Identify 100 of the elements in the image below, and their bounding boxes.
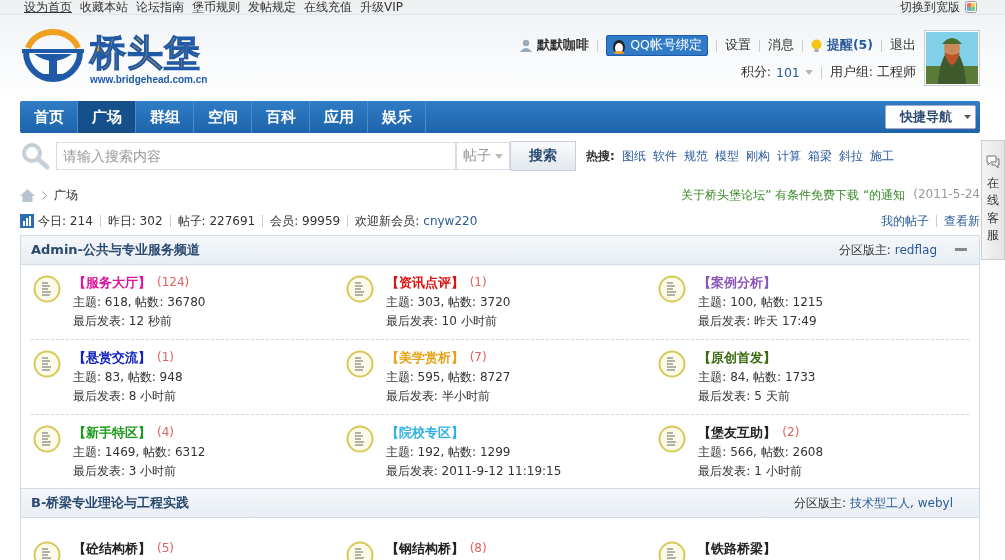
user-icon xyxy=(520,39,533,52)
section-title[interactable]: B-桥梁专业理论与工程实践 xyxy=(31,494,190,512)
post-link[interactable]: 我的帖子 xyxy=(881,212,929,230)
wide-switch-link[interactable]: 切换到宽版 xyxy=(900,0,960,16)
post-link[interactable]: 查看新 xyxy=(944,212,980,230)
forum-title[interactable]: 【资讯点评】 xyxy=(385,274,464,292)
hot-keyword[interactable]: 软件 xyxy=(652,147,677,165)
welcome-label: 欢迎新会员: xyxy=(355,212,420,230)
forum-icon[interactable] xyxy=(33,349,61,378)
section-title[interactable]: Admin-公共与专业服务频道 xyxy=(31,241,201,259)
forum-icon[interactable] xyxy=(658,349,687,378)
logo-url: www.bridgehead.com.cn xyxy=(90,73,208,85)
palette-icon[interactable] xyxy=(965,1,977,13)
forum-title[interactable]: 【原创首发】 xyxy=(698,349,777,367)
forum-title[interactable]: 【堡友互助】 xyxy=(698,424,777,442)
nav-tab[interactable]: 娱乐 xyxy=(368,101,426,133)
hot-keyword[interactable]: 规范 xyxy=(683,147,708,165)
last-post-time: 最后发表: 10 小时前 xyxy=(385,312,498,330)
new-post-count: (1) xyxy=(157,349,174,366)
hot-keyword[interactable]: 箱梁 xyxy=(807,147,832,165)
hot-keyword[interactable]: 施工 xyxy=(869,147,894,165)
breadcrumb-item[interactable]: 广场 xyxy=(54,186,78,204)
bulb-icon xyxy=(810,38,822,53)
forum-title[interactable]: 【新手特区】 xyxy=(73,424,151,442)
moderator-link[interactable]: redflag xyxy=(894,243,937,257)
logout-link[interactable]: 退出 xyxy=(890,37,916,54)
caret-icon xyxy=(495,153,503,159)
forum-stats: 主题: 566, 帖数: 2608 xyxy=(698,443,824,461)
last-post-time: 最后发表: 2011-9-12 11:19:15 xyxy=(385,462,562,480)
nav-tab[interactable]: 广场 xyxy=(78,101,136,133)
forum-icon[interactable] xyxy=(345,541,374,560)
last-post-time: 最后发表: 12 秒前 xyxy=(73,312,173,330)
points-value[interactable]: 101 xyxy=(775,65,800,80)
points-label: 积分: xyxy=(740,64,771,81)
forum-icon[interactable] xyxy=(33,274,61,303)
logo-name: 桥头堡 xyxy=(90,31,202,74)
top-link[interactable]: 收藏本站 xyxy=(80,0,128,16)
caret-icon xyxy=(964,115,971,119)
hot-keyword[interactable]: 斜拉 xyxy=(838,147,863,165)
search-field[interactable]: 请输入搜索内容 xyxy=(56,142,456,170)
new-post-count: (124) xyxy=(157,274,190,291)
top-link[interactable]: 发帖规定 xyxy=(248,0,296,16)
nav-tab[interactable]: 群组 xyxy=(136,101,194,133)
forum-icon[interactable] xyxy=(658,274,687,303)
last-post-time: 最后发表: 半小时前 xyxy=(385,387,491,405)
user-link[interactable]: 消息 xyxy=(767,37,794,54)
top-link[interactable]: 在线充值 xyxy=(304,0,352,16)
hot-keyword[interactable]: 计算 xyxy=(776,147,801,165)
top-link[interactable]: 升级VIP xyxy=(360,0,403,16)
quick-nav-button[interactable]: 快捷导航 xyxy=(885,105,976,129)
top-link[interactable]: 堡币规则 xyxy=(192,0,240,16)
user-link[interactable]: 设置 xyxy=(724,37,751,54)
penguin-icon xyxy=(612,37,627,54)
forum-title[interactable]: 【悬赏交流】 xyxy=(73,349,151,367)
forum-icon[interactable] xyxy=(345,424,374,453)
forum-stats: 主题: 84, 帖数: 1733 xyxy=(698,368,816,386)
stat-text: 会员: 99959 xyxy=(270,212,341,230)
forum-icon[interactable] xyxy=(658,424,687,453)
caret-icon[interactable] xyxy=(804,70,813,75)
forum-stats: 主题: 618, 帖数: 36780 xyxy=(73,293,206,311)
notice-date: (2011-5-24 xyxy=(913,186,980,203)
search-button[interactable]: 搜索 xyxy=(510,141,576,171)
forum-stats: 主题: 1469, 帖数: 6312 xyxy=(73,443,206,461)
new-post-count: (2) xyxy=(782,424,800,441)
forum-stats: 主题: 100, 帖数: 1215 xyxy=(698,293,824,311)
notice-link[interactable]: 提醒(5) xyxy=(826,37,873,54)
forum-title[interactable]: 【案例分析】 xyxy=(698,274,777,292)
user-group: 用户组: 工程师 xyxy=(829,64,916,81)
forum-icon[interactable] xyxy=(33,424,61,453)
nav-tab[interactable]: 百科 xyxy=(252,101,310,133)
nav-tab[interactable]: 应用 xyxy=(310,101,368,133)
hot-keyword[interactable]: 图纸 xyxy=(621,147,646,165)
top-link[interactable]: 设为首页 xyxy=(24,0,72,16)
new-post-count: (1) xyxy=(469,274,487,291)
online-service-tab[interactable]: 在线客服 xyxy=(981,140,1005,260)
moderator-link[interactable]: 技术型工人, webyl xyxy=(850,494,953,512)
forum-icon[interactable] xyxy=(345,349,374,378)
last-post-time: 最后发表: 昨天 17:49 xyxy=(698,312,818,330)
forum-icon[interactable] xyxy=(345,274,374,303)
top-link[interactable]: 论坛指南 xyxy=(136,0,184,16)
qq-bind-button[interactable]: QQ帐号绑定 xyxy=(606,35,708,56)
username[interactable]: 默默咖啡 xyxy=(537,37,590,54)
forum-stats: 主题: 303, 帖数: 3720 xyxy=(385,293,511,311)
forum-stats: 主题: 83, 帖数: 948 xyxy=(73,368,183,386)
forum-icon[interactable] xyxy=(658,541,687,560)
notice-link[interactable]: 关于桥头堡论坛” 有条件免费下载 “的通知 xyxy=(681,186,906,204)
hot-label: 热搜: xyxy=(586,147,615,165)
hot-keyword[interactable]: 刚构 xyxy=(745,147,770,165)
forum-title[interactable]: 【铁路桥梁】 xyxy=(698,541,777,558)
new-member-link[interactable]: cnyw220 xyxy=(423,214,478,228)
forum-title[interactable]: 【服务大厅】 xyxy=(73,274,151,292)
stat-text: 昨日: 302 xyxy=(107,212,163,230)
nav-tab[interactable]: 空间 xyxy=(194,101,252,133)
forum-title[interactable]: 【砼结构桥】 xyxy=(73,541,151,558)
hot-keyword[interactable]: 模型 xyxy=(714,147,739,165)
last-post-time: 最后发表: 8 小时前 xyxy=(73,387,178,405)
collapse-icon[interactable] xyxy=(955,248,967,252)
new-post-count: (5) xyxy=(157,541,174,557)
forum-title[interactable]: 【钢结构桥】 xyxy=(385,541,464,558)
home-icon[interactable] xyxy=(20,188,35,202)
